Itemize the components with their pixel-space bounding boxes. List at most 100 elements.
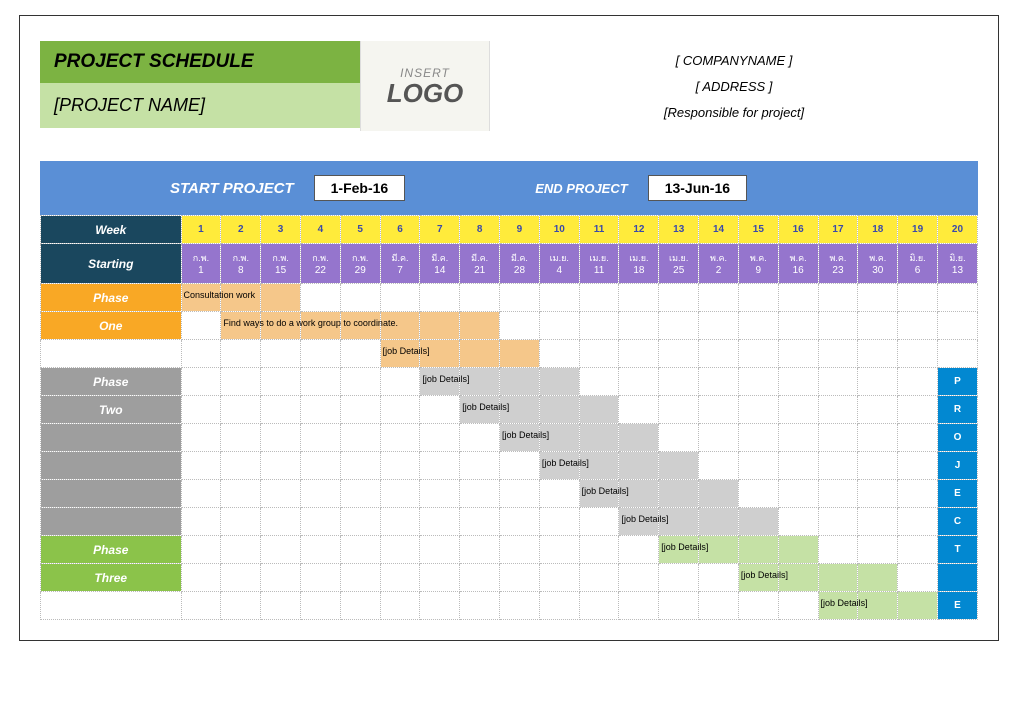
gantt-cell — [778, 424, 818, 452]
gantt-cell — [539, 564, 579, 592]
gantt-cell — [619, 284, 659, 312]
gantt-cell — [181, 368, 221, 396]
gantt-cell — [340, 340, 380, 368]
week-date: มี.ค.21 — [460, 244, 500, 284]
gantt-cell — [699, 508, 739, 536]
gantt-cell — [539, 592, 579, 620]
gantt-cell — [181, 452, 221, 480]
gantt-cell — [738, 312, 778, 340]
task-label: [job Details] — [821, 598, 868, 608]
gantt-cell — [579, 368, 619, 396]
gantt-cell — [500, 452, 540, 480]
gantt-cell — [340, 592, 380, 620]
gantt-cell — [818, 340, 858, 368]
gantt-cell — [300, 480, 340, 508]
gantt-cell — [659, 480, 699, 508]
gantt-cell — [261, 368, 301, 396]
end-date: 13-Jun-16 — [648, 175, 747, 201]
project-end-col: T — [937, 536, 977, 564]
gantt-cell — [460, 312, 500, 340]
week-date: ก.พ.8 — [221, 244, 261, 284]
start-date: 1-Feb-16 — [314, 175, 406, 201]
gantt-cell — [380, 396, 420, 424]
project-end-col: E — [937, 480, 977, 508]
gantt-cell — [898, 564, 938, 592]
title-main: PROJECT SCHEDULE — [40, 41, 360, 83]
gantt-cell — [380, 368, 420, 396]
phase-label — [41, 340, 182, 368]
gantt-cell — [619, 592, 659, 620]
gantt-cell — [738, 480, 778, 508]
gantt-cell — [738, 452, 778, 480]
starting-header: Starting — [41, 244, 182, 284]
week-num: 16 — [778, 216, 818, 244]
gantt-cell — [699, 592, 739, 620]
week-date: พ.ค.23 — [818, 244, 858, 284]
gantt-cell — [898, 536, 938, 564]
gantt-cell — [818, 284, 858, 312]
gantt-cell — [380, 564, 420, 592]
week-num: 12 — [619, 216, 659, 244]
gantt-cell — [420, 480, 460, 508]
logo-placeholder: INSERT LOGO — [360, 41, 490, 131]
gantt-cell — [738, 340, 778, 368]
gantt-cell — [738, 536, 778, 564]
phase-label — [41, 592, 182, 620]
gantt-cell: Consultation work — [181, 284, 221, 312]
task-label: Find ways to do a work group to coordina… — [223, 318, 398, 328]
week-date: เม.ย.18 — [619, 244, 659, 284]
gantt-cell — [340, 508, 380, 536]
gantt-cell — [500, 368, 540, 396]
gantt-cell — [420, 536, 460, 564]
week-date: ก.พ.29 — [340, 244, 380, 284]
gantt-cell — [579, 536, 619, 564]
gantt-cell — [858, 396, 898, 424]
gantt-cell — [778, 536, 818, 564]
title-block: PROJECT SCHEDULE [PROJECT NAME] — [40, 41, 360, 131]
phase-label — [41, 452, 182, 480]
gantt-cell — [300, 340, 340, 368]
gantt-cell — [659, 424, 699, 452]
week-num: 13 — [659, 216, 699, 244]
week-num: 1 — [181, 216, 221, 244]
gantt-cell — [858, 368, 898, 396]
gantt-cell — [699, 564, 739, 592]
gantt-cell — [181, 480, 221, 508]
gantt-cell — [460, 508, 500, 536]
gantt-cell — [778, 284, 818, 312]
gantt-cell — [579, 508, 619, 536]
gantt-cell — [858, 564, 898, 592]
gantt-cell — [539, 480, 579, 508]
gantt-cell — [778, 480, 818, 508]
gantt-cell — [937, 312, 977, 340]
gantt-cell — [659, 284, 699, 312]
phase-label: Phase — [41, 284, 182, 312]
gantt-cell — [579, 396, 619, 424]
gantt-grid: Week1234567891011121314151617181920Start… — [40, 215, 978, 620]
week-date: มี.ค.14 — [420, 244, 460, 284]
task-label: [job Details] — [383, 346, 430, 356]
gantt-cell — [699, 312, 739, 340]
gantt-cell — [380, 452, 420, 480]
gantt-cell — [300, 452, 340, 480]
gantt-cell — [261, 452, 301, 480]
gantt-cell — [500, 284, 540, 312]
gantt-cell — [340, 564, 380, 592]
week-num: 9 — [500, 216, 540, 244]
gantt-cell — [340, 536, 380, 564]
gantt-cell — [539, 508, 579, 536]
end-label: END PROJECT — [535, 181, 627, 196]
gantt-cell — [778, 508, 818, 536]
gantt-cell — [300, 508, 340, 536]
gantt-cell — [181, 564, 221, 592]
gantt-cell — [261, 396, 301, 424]
gantt-cell — [420, 284, 460, 312]
gantt-cell — [659, 312, 699, 340]
gantt-cell: [job Details] — [380, 340, 420, 368]
week-num: 10 — [539, 216, 579, 244]
task-label: [job Details] — [422, 374, 469, 384]
gantt-cell — [659, 340, 699, 368]
gantt-cell — [579, 592, 619, 620]
gantt-cell — [261, 340, 301, 368]
project-end-col: P — [937, 368, 977, 396]
